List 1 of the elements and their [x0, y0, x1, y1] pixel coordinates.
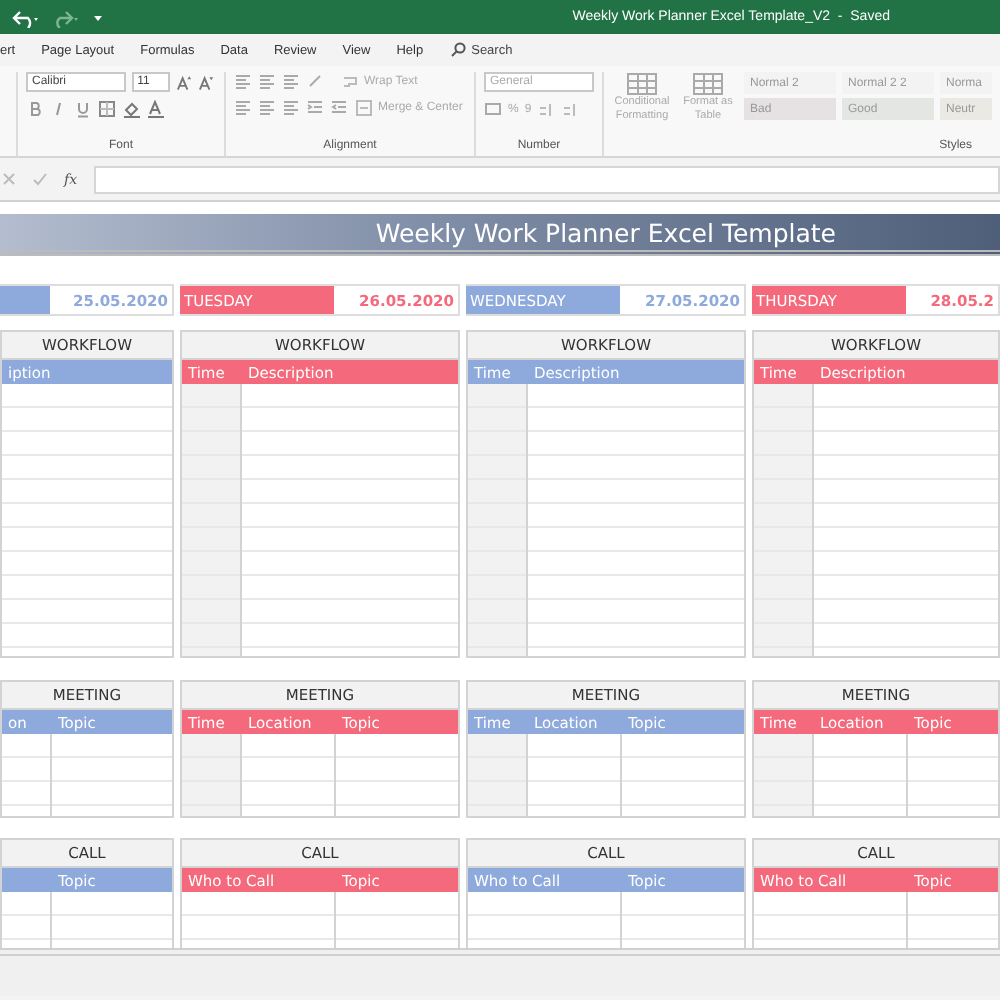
sheet-title-banner: Weekly Work Planner Excel Template	[0, 214, 1000, 256]
